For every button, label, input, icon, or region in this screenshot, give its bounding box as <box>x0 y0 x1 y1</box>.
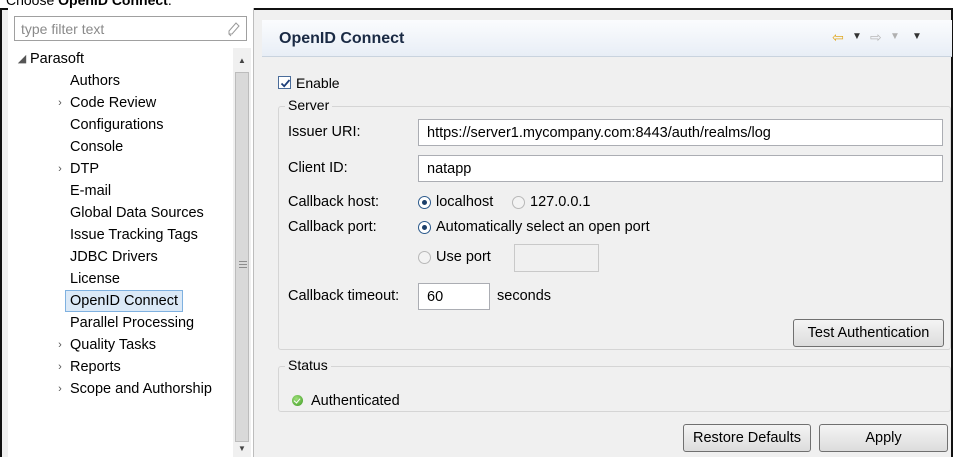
timeout-field[interactable] <box>418 283 494 310</box>
checkmark-icon <box>280 79 291 88</box>
page-navigation: ⇦ ▼ ⇨ ▼ ▼ <box>832 29 942 45</box>
callback-host-label: Callback host: <box>288 194 380 210</box>
expand-chevron-icon[interactable]: › <box>54 334 66 356</box>
localhost-radio[interactable] <box>418 196 431 209</box>
tree-scrollbar[interactable]: ▲ ▼ <box>233 48 251 457</box>
status-text: Authenticated <box>311 393 400 409</box>
status-group: Status Authenticated <box>278 357 951 412</box>
dropdown-icon[interactable]: ▼ <box>852 29 862 45</box>
page-header: OpenID Connect ⇦ ▼ ⇨ ▼ ▼ <box>262 20 952 57</box>
loopback-ip-radio[interactable] <box>512 196 525 209</box>
tree-item-label: Code Review <box>70 95 157 111</box>
use-port-label: Use port <box>436 249 491 265</box>
tree-item-label: Authors <box>70 73 120 89</box>
scroll-down-icon[interactable]: ▼ <box>237 444 247 454</box>
client-id-field[interactable] <box>418 155 943 182</box>
caption: Choose OpenID Connect. <box>6 0 172 7</box>
view-menu-icon[interactable]: ▼ <box>912 29 922 45</box>
client-id-label: Client ID: <box>288 160 348 176</box>
server-group: Server Issuer URI: Client ID: Callback h… <box>278 97 951 350</box>
forward-arrow-icon[interactable]: ⇨ <box>870 29 882 45</box>
tree-item-label: OpenID Connect <box>65 290 184 312</box>
issuer-uri-field[interactable] <box>418 119 943 146</box>
tree-item-label: Parallel Processing <box>70 315 195 331</box>
filter-box[interactable] <box>14 16 247 41</box>
restore-defaults-button[interactable]: Restore Defaults <box>683 424 811 452</box>
back-arrow-icon[interactable]: ⇦ <box>832 29 844 45</box>
tree-item-label: Configurations <box>70 117 164 133</box>
server-group-title: Server <box>285 97 333 113</box>
tree-item-label: Reports <box>70 359 121 375</box>
callback-port-label: Callback port: <box>288 219 377 235</box>
enable-label: Enable <box>296 75 340 91</box>
collapse-triangle-icon[interactable]: ◢ <box>16 48 28 70</box>
issuer-uri-label: Issuer URI: <box>288 124 361 140</box>
expand-chevron-icon[interactable]: › <box>54 158 66 180</box>
tree-item-label: Quality Tasks <box>70 337 156 353</box>
loopback-ip-label: 127.0.0.1 <box>530 194 591 210</box>
expand-chevron-icon[interactable]: › <box>54 92 66 114</box>
caption-prefix: Choose <box>6 0 59 8</box>
tree-item-label: Global Data Sources <box>70 205 204 221</box>
authenticated-check-icon <box>292 395 303 406</box>
checkbox[interactable] <box>278 76 291 89</box>
tree-item-label: JDBC Drivers <box>70 249 158 265</box>
tree-item-label: Scope and Authorship <box>70 381 212 397</box>
auto-port-radio[interactable] <box>418 221 431 234</box>
client-id-input[interactable] <box>419 156 924 181</box>
issuer-uri-input[interactable] <box>419 120 924 145</box>
port-field[interactable] <box>514 244 602 272</box>
timeout-unit-label: seconds <box>497 288 552 304</box>
clear-filter-icon[interactable] <box>227 21 241 37</box>
tree-item-label: Parasoft <box>30 51 84 67</box>
scrollbar-thumb[interactable] <box>235 72 249 442</box>
expand-chevron-icon[interactable]: › <box>54 356 66 378</box>
localhost-label: localhost <box>436 194 494 210</box>
tree-item-label: Console <box>70 139 124 155</box>
filter-input[interactable] <box>21 20 221 37</box>
tree-item-label: License <box>70 271 120 287</box>
tree-item-label: DTP <box>70 161 99 177</box>
callback-timeout-label: Callback timeout: <box>288 288 400 304</box>
caption-suffix: . <box>167 0 172 8</box>
use-port-radio[interactable] <box>418 251 431 264</box>
apply-button[interactable]: Apply <box>819 424 948 452</box>
test-authentication-button[interactable]: Test Authentication <box>793 319 944 347</box>
page-title: OpenID Connect <box>279 30 405 47</box>
preference-page: OpenID Connect ⇦ ▼ ⇨ ▼ ▼ Enable Server I… <box>262 8 953 457</box>
preferences-tree: ◢ Parasoft Authors › Code Review Configu… <box>14 48 232 457</box>
timeout-input[interactable] <box>419 284 494 309</box>
expand-chevron-icon[interactable]: › <box>54 378 66 400</box>
auto-port-label: Automatically select an open port <box>436 219 650 235</box>
scroll-up-icon[interactable]: ▲ <box>237 56 247 66</box>
grip-icon <box>239 261 247 269</box>
tree-item-label: Issue Tracking Tags <box>70 227 198 243</box>
caption-bold: OpenID Connect <box>58 0 168 8</box>
port-input[interactable] <box>515 245 602 271</box>
tree-item-label: E-mail <box>70 183 112 199</box>
status-group-title: Status <box>285 357 331 373</box>
dropdown-icon[interactable]: ▼ <box>890 29 900 45</box>
